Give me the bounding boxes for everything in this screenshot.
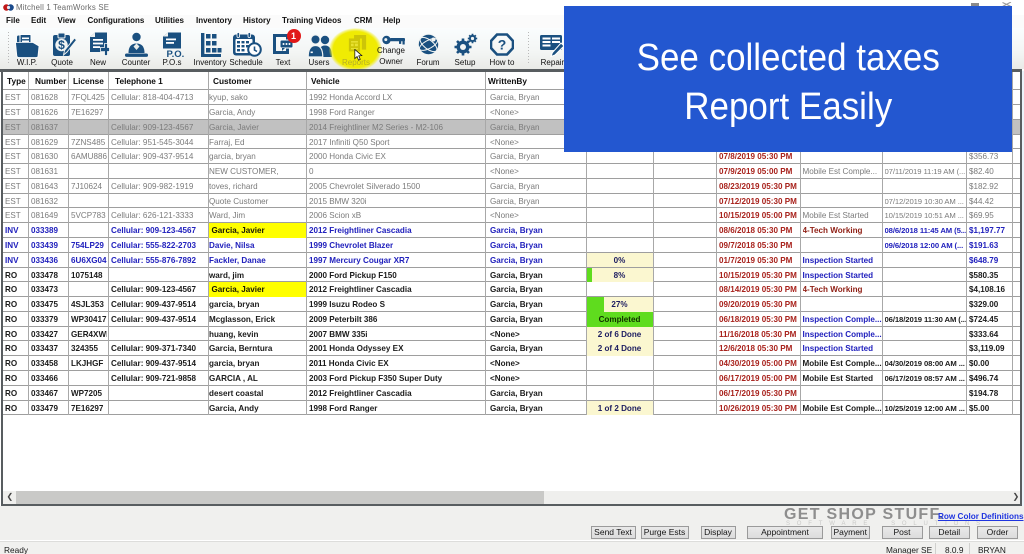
svg-text:$: $: [58, 38, 65, 52]
svg-text:?: ?: [498, 37, 507, 53]
